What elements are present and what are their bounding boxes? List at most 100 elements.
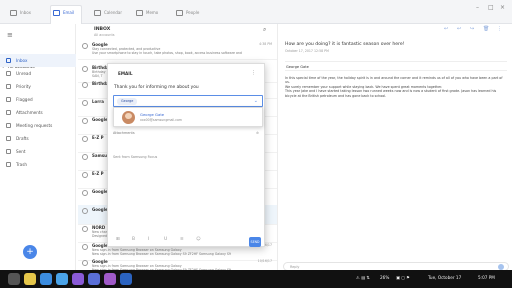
paperclip-icon: ⊘ (256, 131, 259, 135)
underline-icon[interactable]: U (164, 237, 167, 242)
sender-name: Google (92, 117, 108, 122)
delete-icon[interactable]: 🗑 (483, 26, 489, 32)
trash-icon (6, 162, 11, 167)
gallery-app-icon[interactable] (104, 273, 116, 285)
more-icon[interactable]: ⋮ (251, 70, 256, 76)
select-checkbox[interactable] (82, 100, 88, 106)
forward-icon[interactable]: ↪ (470, 26, 474, 32)
meeting-icon (6, 123, 11, 128)
preview-line: Use your smartphone to stay in touch, ta… (92, 51, 242, 55)
menu-icon[interactable]: ≡ (7, 31, 13, 39)
cloud-app-icon[interactable] (56, 273, 68, 285)
recipient-chip[interactable]: George (117, 98, 138, 105)
mail-icon (53, 10, 60, 16)
list-item[interactable]: Google10/16/17New sign-in from Samsung B… (78, 257, 277, 270)
insert-icon[interactable]: ⊞ (116, 237, 120, 242)
sender-name: Google (92, 189, 108, 194)
folder-unread[interactable]: Unread (0, 67, 76, 80)
sender-name: Samsu (92, 153, 107, 158)
close-button[interactable]: × (500, 4, 505, 12)
compose-toolbar: ⊞ B I U ≡ ☺ SEND (108, 235, 266, 247)
folder-inbox[interactable]: Inbox (0, 54, 76, 67)
reply-icon[interactable]: ↩ (444, 26, 448, 32)
memo-icon (136, 10, 143, 16)
list-item[interactable]: Google 4:38 PM Stay connected, protected, … (78, 40, 277, 60)
select-checkbox[interactable] (82, 43, 88, 49)
subject-field[interactable]: Thank you for informing me about you (111, 83, 261, 93)
people-icon (176, 10, 183, 16)
browser-app-icon[interactable] (72, 273, 84, 285)
signature[interactable]: Sent from Samsung Focus (113, 155, 157, 159)
sender-name: E-Z P (92, 135, 104, 140)
folder-drafts[interactable]: Drafts (0, 132, 76, 145)
folder-sent[interactable]: Sent (0, 145, 76, 158)
attachments-row[interactable]: Attachments ⊘ (113, 131, 263, 135)
select-checkbox[interactable] (82, 208, 88, 214)
compose-button[interactable]: + (23, 245, 37, 259)
reply-all-icon[interactable]: ↩ (457, 26, 461, 32)
message-sender[interactable]: George Gate (285, 61, 507, 71)
messages-app-icon[interactable] (88, 273, 100, 285)
italic-icon[interactable]: I (148, 237, 149, 242)
maximize-button[interactable]: □ (488, 4, 494, 12)
compose-title: EMAIL (118, 71, 133, 76)
send-button[interactable]: SEND (249, 237, 261, 247)
sender-name: Lorra (92, 99, 104, 104)
preview-line: SAN, T (92, 74, 103, 78)
preview-line: New sign-in from Samsung Browser on Sams… (92, 252, 231, 256)
select-checkbox[interactable] (82, 82, 88, 88)
more-icon[interactable]: ⋮ (497, 26, 502, 32)
list-title: INBOX (94, 27, 111, 32)
sender-name: Google (92, 207, 108, 212)
minimize-button[interactable]: – (476, 4, 479, 12)
tab-people[interactable]: People (174, 6, 206, 20)
sender-name: E-Z P (92, 171, 104, 176)
reading-pane: ↩ ↩ ↪ 🗑 ⋮ How are you doing? it is fanta… (279, 24, 512, 271)
inbox-icon (10, 10, 17, 16)
select-checkbox[interactable] (82, 226, 88, 232)
search-icon[interactable]: ⌕ (263, 26, 266, 34)
list-subtitle: All accounts (94, 33, 115, 37)
folder-trash[interactable]: Trash (0, 158, 76, 171)
contact-suggestion[interactable]: George Gate xxx00@samsungmail.com (113, 107, 263, 127)
select-checkbox[interactable] (82, 244, 88, 250)
email-app-icon[interactable] (40, 273, 52, 285)
message-body: In this special time of the year, the ho… (285, 76, 503, 98)
sent-icon (6, 149, 11, 154)
chevron-down-icon[interactable]: ⌄ (254, 98, 258, 104)
select-checkbox[interactable] (82, 154, 88, 160)
folder-app-icon[interactable] (24, 273, 36, 285)
settings-icons[interactable]: ▣ ◻ ⚑ (396, 275, 410, 280)
suggestion-name: George Gate (140, 112, 165, 117)
select-checkbox[interactable] (82, 260, 88, 266)
folder-sidebar: ≡ ▾ All accounts Inbox Unread Priority Fl… (0, 24, 76, 270)
battery-level: 26% (380, 275, 390, 280)
emoji-icon[interactable]: ☺ (196, 237, 201, 242)
tab-calendar[interactable]: Calendar (92, 6, 126, 20)
select-checkbox[interactable] (82, 190, 88, 196)
align-icon[interactable]: ≡ (180, 237, 184, 242)
suggestion-email: xxx00@samsungmail.com (140, 118, 182, 122)
bold-icon[interactable]: B (132, 237, 135, 242)
folder-attachments[interactable]: Attachments (0, 106, 76, 119)
calendar-icon (94, 10, 101, 16)
tab-memo[interactable]: Memo (134, 6, 164, 20)
clock-time: 5:07 PM (478, 275, 495, 280)
apps-icon[interactable] (8, 273, 20, 285)
phone-app-icon[interactable] (120, 273, 132, 285)
select-checkbox[interactable] (82, 136, 88, 142)
select-checkbox[interactable] (82, 118, 88, 124)
draft-icon (6, 136, 11, 141)
tab-email[interactable]: Email (50, 5, 82, 24)
message-subject: How are you doing? it is fantastic seaso… (285, 42, 405, 47)
flag-icon (6, 97, 11, 102)
avatar (122, 111, 135, 124)
folder-flagged[interactable]: Flagged (0, 93, 76, 106)
select-checkbox[interactable] (82, 66, 88, 72)
timestamp: 4:38 PM (259, 42, 272, 46)
tab-inbox[interactable]: Inbox (8, 6, 38, 20)
to-field[interactable]: George ⌄ (113, 95, 263, 107)
folder-meeting-requests[interactable]: Meeting requests (0, 119, 76, 132)
folder-priority[interactable]: Priority (0, 80, 76, 93)
select-checkbox[interactable] (82, 172, 88, 178)
